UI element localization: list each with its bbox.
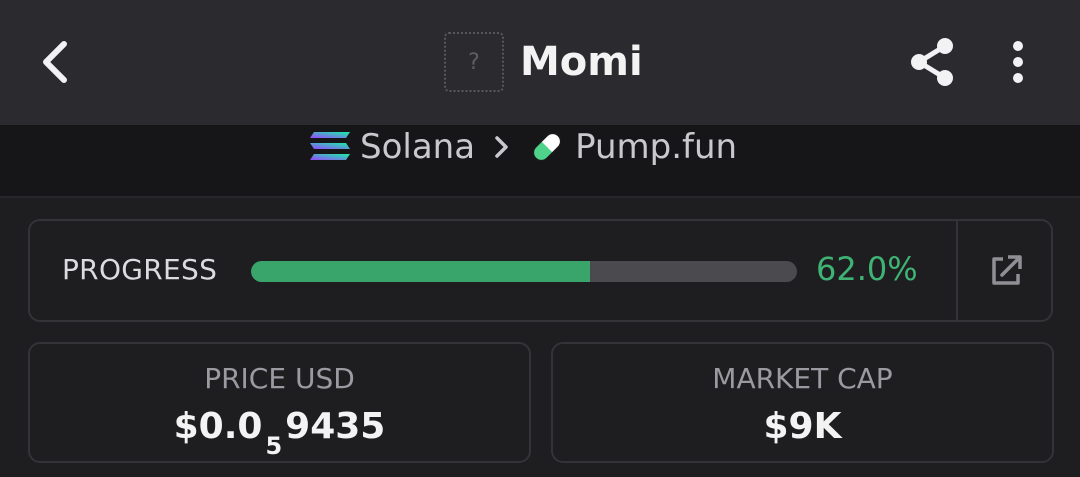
pill-icon <box>532 132 562 162</box>
market-cap-value: $9K <box>763 406 842 447</box>
market-cap-label: MARKET CAP <box>712 362 893 395</box>
market-cap-card: MARKET CAP $9K <box>551 342 1054 463</box>
progress-percentage: 62.0% <box>816 250 918 288</box>
platform-name: Pump.fun <box>575 127 738 167</box>
bonding-progress-card: PROGRESS 62.0% <box>28 219 1053 322</box>
chevron-left-icon <box>43 41 67 83</box>
breadcrumb-platform[interactable]: Pump.fun <box>527 127 737 167</box>
back-button[interactable] <box>28 34 82 90</box>
price-usd-card: PRICE USD $0.0 59435 <box>28 342 531 463</box>
chain-name: Solana <box>360 127 476 167</box>
price-suffix: 9435 <box>285 406 386 447</box>
price-prefix: $0.0 <box>173 406 263 447</box>
external-link-icon <box>991 254 1022 285</box>
price-usd-label: PRICE USD <box>204 362 355 395</box>
top-app-bar: ? Momi <box>0 0 1080 125</box>
price-usd-value: $0.0 59435 <box>30 406 529 460</box>
open-external-button[interactable] <box>958 221 1053 320</box>
progress-label: PROGRESS <box>62 253 218 286</box>
chevron-right-icon <box>495 136 508 158</box>
breadcrumb-chain[interactable]: Solana <box>308 127 475 167</box>
solana-logo-icon <box>310 132 350 160</box>
question-mark-icon: ? <box>468 49 480 75</box>
token-name: Momi <box>520 39 643 85</box>
progress-bar-fill <box>251 261 590 282</box>
more-options-button[interactable] <box>996 34 1040 90</box>
breadcrumb-separator <box>495 136 509 158</box>
breadcrumb: Solana Pump.fun <box>308 125 737 169</box>
share-button[interactable] <box>904 34 960 90</box>
breadcrumb-bar: Solana Pump.fun <box>0 125 1080 198</box>
progress-bar <box>251 261 797 282</box>
more-vertical-icon <box>1013 41 1023 83</box>
share-icon <box>911 38 953 86</box>
token-logo-placeholder: ? <box>444 32 504 92</box>
price-zero-count: 5 <box>265 432 283 460</box>
